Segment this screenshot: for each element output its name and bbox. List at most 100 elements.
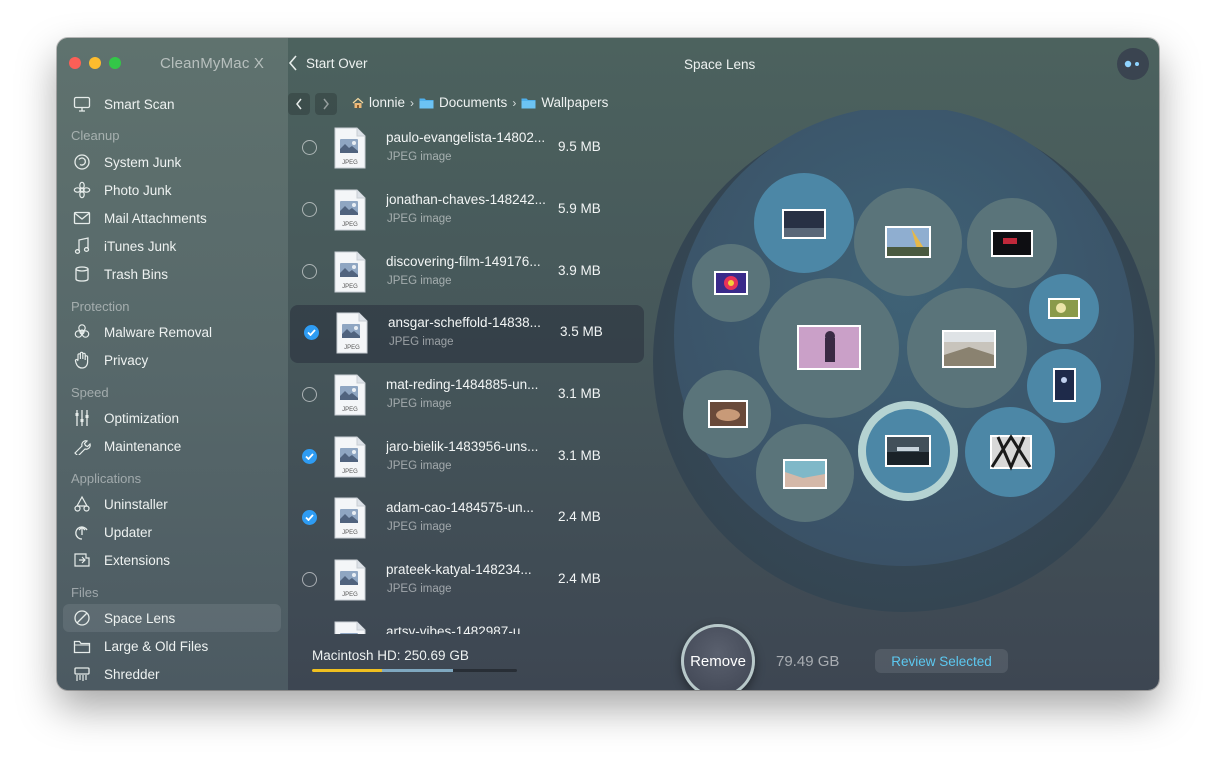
assistant-button[interactable] <box>1117 48 1149 80</box>
file-row[interactable]: JPEG jonathan-chaves-148242... JPEG imag… <box>288 182 642 240</box>
file-row[interactable]: JPEG jaro-bielik-1483956-uns... JPEG ima… <box>288 429 642 487</box>
breadcrumb-documents[interactable]: Documents <box>419 95 507 110</box>
file-row[interactable]: JPEG paulo-evangelista-14802... JPEG ima… <box>288 120 642 178</box>
checkmark-icon <box>305 514 314 521</box>
file-checkbox[interactable] <box>302 202 317 217</box>
updater-icon <box>73 523 91 541</box>
remove-button[interactable]: Remove <box>681 624 755 690</box>
section-cleanup: Cleanup <box>71 128 120 143</box>
chevron-right-icon <box>323 98 329 110</box>
sidebar-item-label: Mail Attachments <box>104 210 207 226</box>
file-bubble[interactable] <box>1029 274 1099 344</box>
svg-text:JPEG: JPEG <box>342 469 358 475</box>
file-size: 2.4 MB <box>558 509 601 524</box>
breadcrumb-home[interactable]: lonnie <box>352 95 405 110</box>
file-bubble[interactable] <box>683 370 771 458</box>
sidebar-item-mail-attachments[interactable]: Mail Attachments <box>63 204 281 232</box>
sidebar-item-large-old-files[interactable]: Large & Old Files <box>63 632 281 660</box>
sidebar-item-label: iTunes Junk <box>104 238 177 254</box>
file-row[interactable]: JPEG artsy-vibes-1482987-u... JPEG image <box>288 614 642 634</box>
file-checkbox[interactable] <box>302 140 317 155</box>
sidebar-item-system-junk[interactable]: System Junk <box>63 148 281 176</box>
file-row[interactable]: JPEG prateek-katyal-148234... JPEG image… <box>288 552 642 610</box>
zoom-window-button[interactable] <box>109 57 121 69</box>
svg-text:JPEG: JPEG <box>342 160 358 166</box>
file-bubble[interactable] <box>1027 349 1101 423</box>
file-bubble-selected[interactable] <box>858 401 958 501</box>
space-lens-bubble-map[interactable] <box>653 110 1155 612</box>
screen-title: Space Lens <box>684 57 756 72</box>
nav-back-button[interactable] <box>288 93 310 115</box>
section-files: Files <box>71 585 99 600</box>
file-size: 3.5 MB <box>560 324 603 339</box>
svg-text:JPEG: JPEG <box>342 222 358 228</box>
file-bubble[interactable] <box>692 244 770 322</box>
jpeg-file-icon: JPEG <box>334 189 366 231</box>
folder-icon <box>73 637 91 655</box>
file-row[interactable]: JPEG adam-cao-1484575-un... JPEG image 2… <box>288 490 642 548</box>
file-bubble[interactable] <box>907 288 1027 408</box>
breadcrumb: lonnie › Documents › Wallpapers <box>352 95 608 110</box>
file-name: discovering-film-149176... <box>386 254 541 269</box>
breadcrumb-wallpapers[interactable]: Wallpapers <box>521 95 608 110</box>
file-checkbox[interactable] <box>302 449 317 464</box>
sidebar-item-photo-junk[interactable]: Photo Junk <box>63 176 281 204</box>
file-type: JPEG image <box>389 336 454 348</box>
sidebar-item-updater[interactable]: Updater <box>63 518 281 546</box>
sidebar-item-space-lens[interactable]: Space Lens <box>63 604 281 632</box>
file-checkbox[interactable] <box>302 572 317 587</box>
jpeg-file-icon: JPEG <box>336 312 368 354</box>
extensions-icon <box>73 551 91 569</box>
home-icon <box>352 97 364 108</box>
sidebar-item-label: Updater <box>104 524 153 540</box>
checkmark-icon <box>307 329 316 336</box>
sidebar-item-label: Extensions <box>104 552 171 568</box>
review-selected-button[interactable]: Review Selected <box>875 649 1008 673</box>
sidebar-item-smart-scan[interactable]: Smart Scan <box>63 90 281 118</box>
file-bubble[interactable] <box>854 188 962 296</box>
file-bubble[interactable] <box>756 424 854 522</box>
sidebar-item-extensions[interactable]: Extensions <box>63 546 281 574</box>
sidebar-item-label: Space Lens <box>104 610 176 626</box>
svg-text:JPEG: JPEG <box>342 284 358 290</box>
file-size: 3.9 MB <box>558 263 601 278</box>
sidebar-item-label: Trash Bins <box>104 266 169 282</box>
sidebar-item-itunes-junk[interactable]: iTunes Junk <box>63 232 281 260</box>
minimize-window-button[interactable] <box>89 57 101 69</box>
file-checkbox[interactable] <box>302 264 317 279</box>
file-bubble[interactable] <box>759 278 899 418</box>
file-row[interactable]: JPEG discovering-film-149176... JPEG ima… <box>288 244 642 302</box>
close-window-button[interactable] <box>69 57 81 69</box>
file-type: JPEG image <box>387 275 452 287</box>
section-applications: Applications <box>71 471 142 486</box>
sidebar-item-optimization[interactable]: Optimization <box>63 404 281 432</box>
sidebar-item-label: Shredder <box>104 666 160 682</box>
file-row[interactable]: JPEG mat-reding-1484885-un... JPEG image… <box>288 367 642 425</box>
start-over-button[interactable]: Start Over <box>288 55 368 71</box>
file-list: JPEG paulo-evangelista-14802... JPEG ima… <box>288 120 648 634</box>
svg-text:JPEG: JPEG <box>342 530 358 536</box>
file-checkbox[interactable] <box>302 387 317 402</box>
sidebar-item-label: Optimization <box>104 410 180 426</box>
file-checkbox[interactable] <box>304 325 319 340</box>
sidebar-item-shredder[interactable]: Shredder <box>63 660 281 688</box>
sidebar-item-trash-bins[interactable]: Trash Bins <box>63 260 281 288</box>
file-checkbox[interactable] <box>302 510 317 525</box>
start-over-label: Start Over <box>306 55 368 71</box>
file-row[interactable]: JPEG ansgar-scheffold-14838... JPEG imag… <box>290 305 644 363</box>
file-name: jaro-bielik-1483956-uns... <box>386 439 539 454</box>
wrench-icon <box>73 437 91 455</box>
sidebar-item-maintenance[interactable]: Maintenance <box>63 432 281 460</box>
sidebar-item-uninstaller[interactable]: Uninstaller <box>63 490 281 518</box>
chevron-left-icon <box>288 55 297 71</box>
file-bubble[interactable] <box>967 198 1057 288</box>
sidebar-item-privacy[interactable]: Privacy <box>63 346 281 374</box>
file-bubble[interactable] <box>754 173 854 273</box>
sidebar-item-malware-removal[interactable]: Malware Removal <box>63 318 281 346</box>
file-bubble[interactable] <box>965 407 1055 497</box>
assistant-dots-icon <box>1124 60 1139 68</box>
svg-text:JPEG: JPEG <box>344 345 360 351</box>
file-name: prateek-katyal-148234... <box>386 562 532 577</box>
folder-icon <box>419 98 434 108</box>
nav-forward-button[interactable] <box>315 93 337 115</box>
